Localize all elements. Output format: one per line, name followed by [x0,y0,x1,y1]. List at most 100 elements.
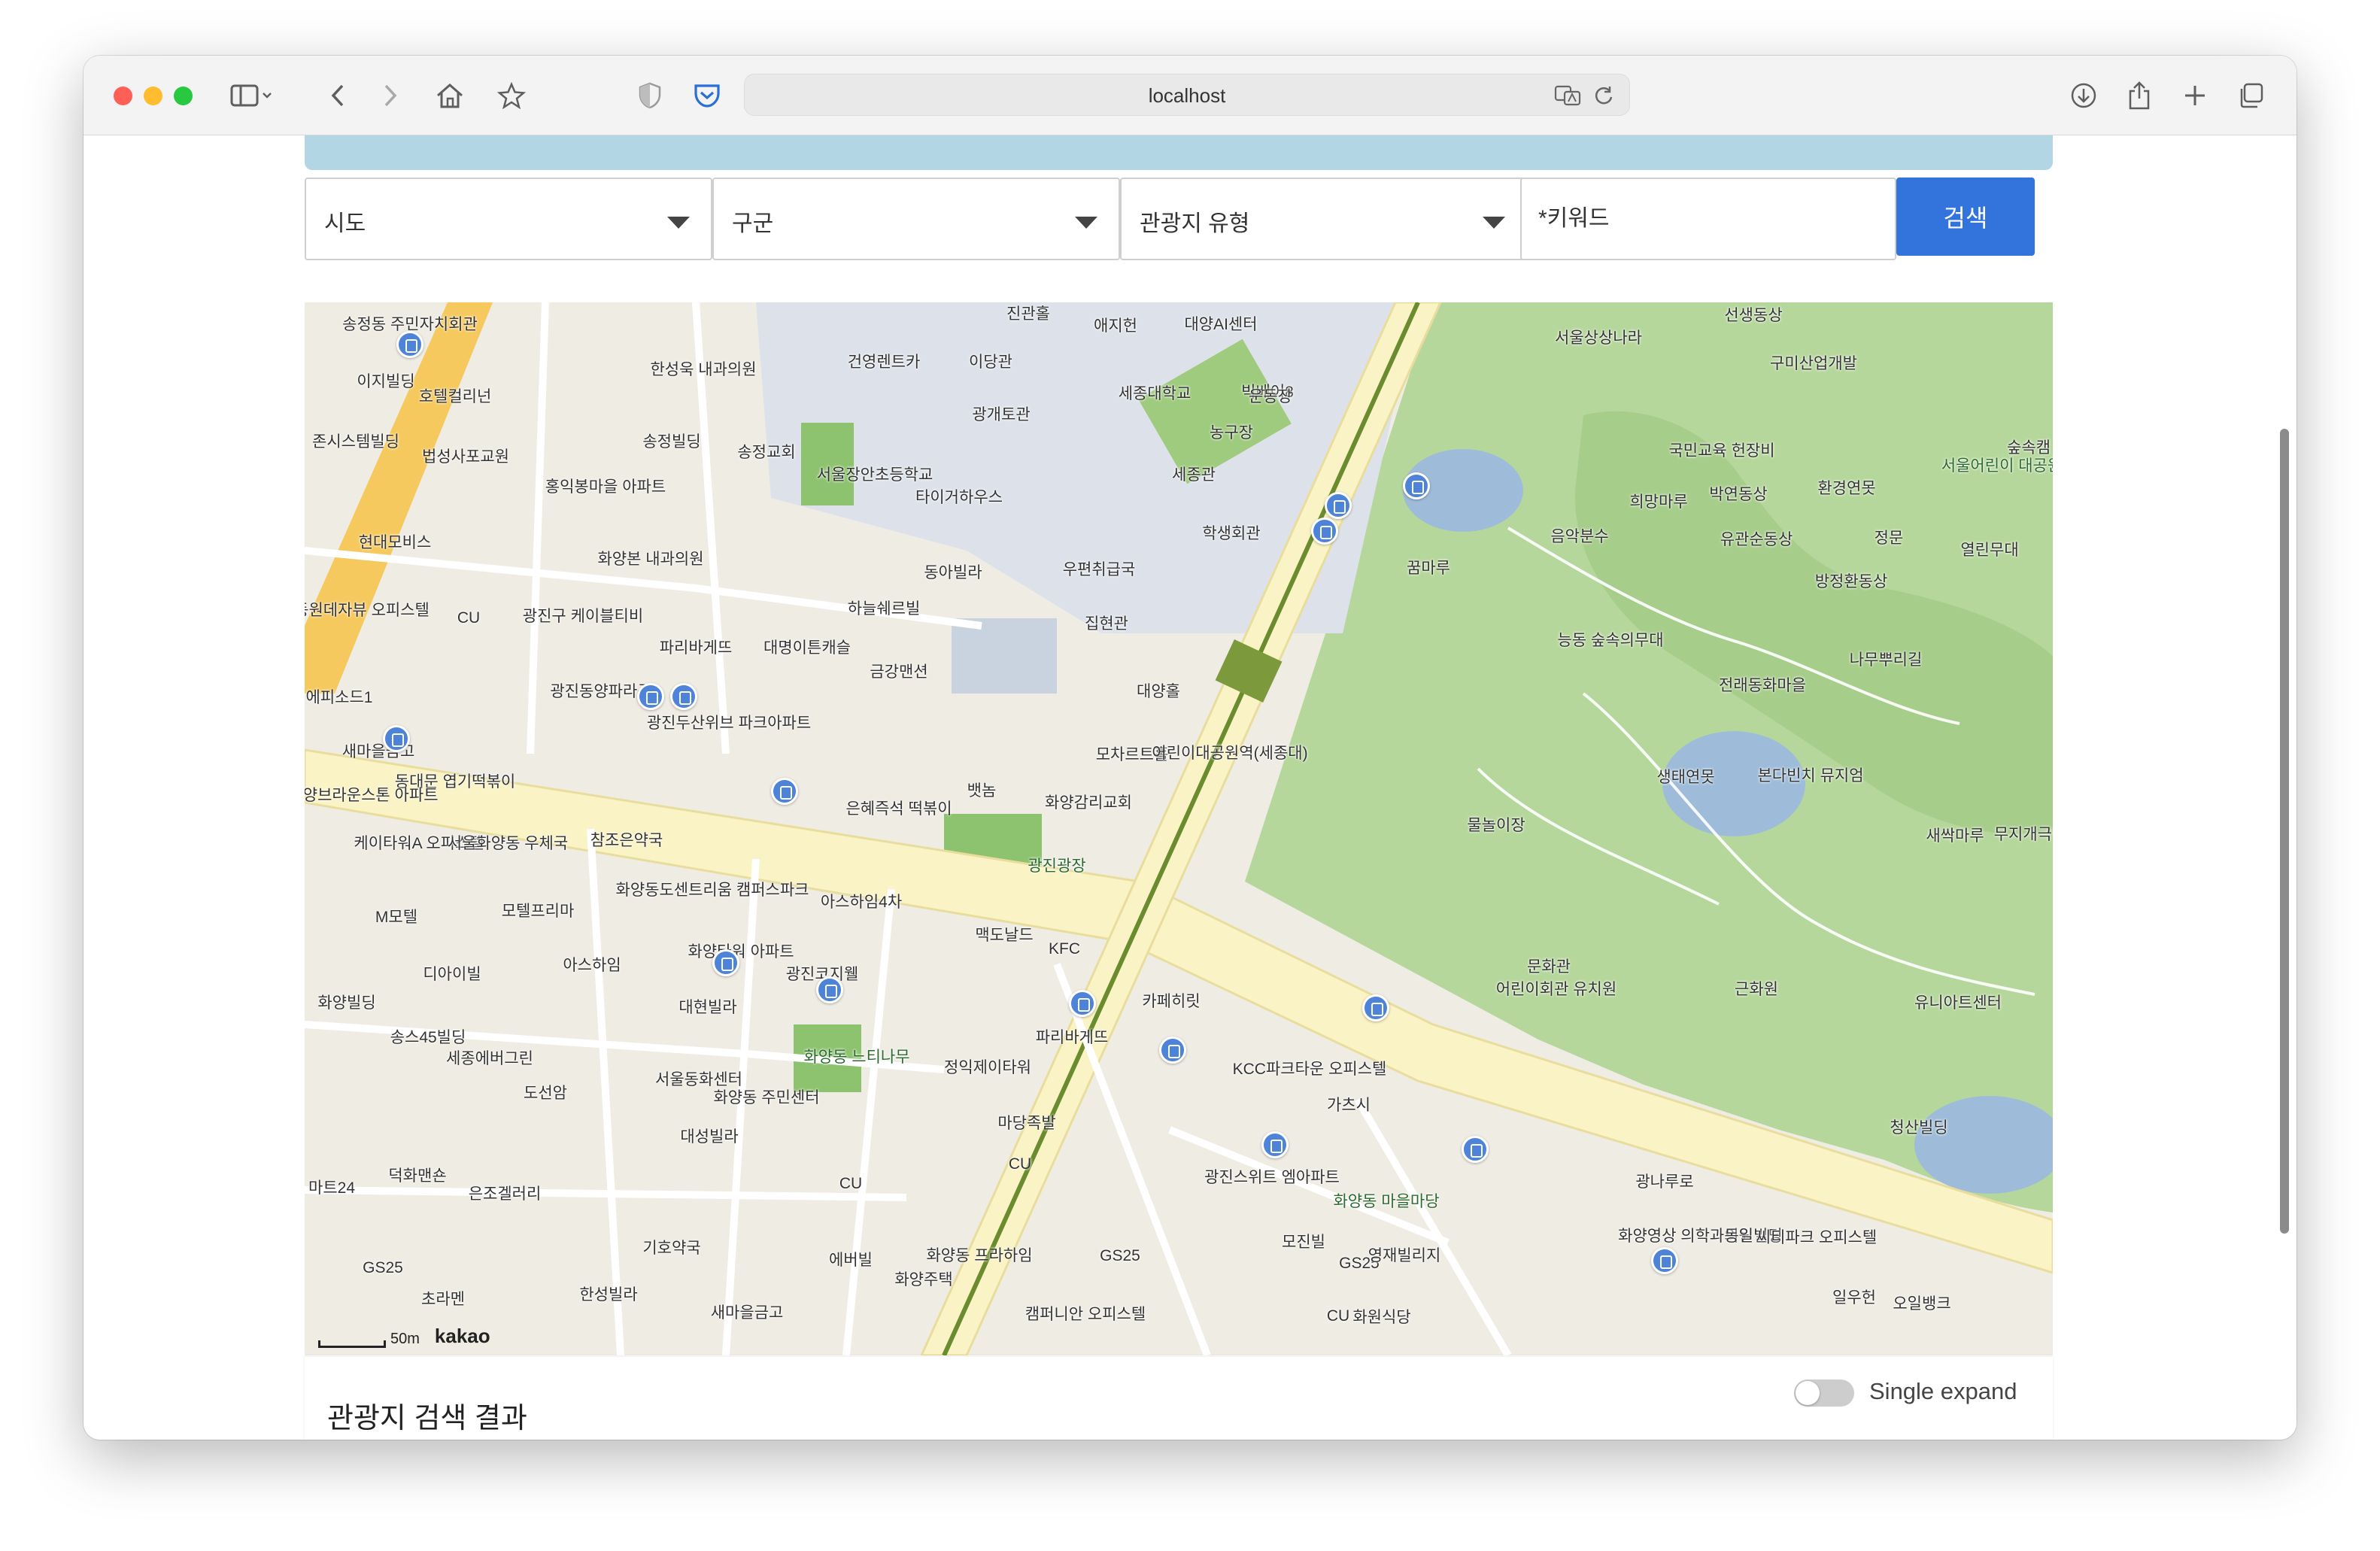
map-place-label[interactable]: 숲속캠 [2007,436,2051,458]
map-place-label[interactable]: 씨티파크 오피스텔 [1756,1225,1877,1248]
map-place-label[interactable]: 마당족발 [997,1111,1055,1134]
minimize-window-button[interactable] [144,87,162,105]
map-place-label[interactable]: 선생동상 [1724,303,1782,326]
map-place-label[interactable]: 화양타워 아파트 [688,939,794,962]
map-place-label[interactable]: 송정빌딩 [642,429,700,452]
map-place-label[interactable]: 광나루로 [1635,1170,1693,1192]
map-place-label[interactable]: 덕화맨숀 [388,1164,446,1186]
map-place-label[interactable]: 무지개극장 [1994,822,2053,845]
map-place-label[interactable]: 광개토관 [972,402,1030,425]
map-place-label[interactable]: 현대모비스 [359,530,432,553]
map-place-label[interactable]: 대양AI센터 [1184,312,1257,335]
map-place-label[interactable]: 화양동 주민센터 [713,1085,819,1108]
map-place-label[interactable]: CU [1327,1307,1349,1325]
map-place-label[interactable]: 희망마루 [1629,490,1687,512]
map-place-label[interactable]: 참조은약국 [590,828,663,851]
map-place-label[interactable]: 정익제이타워 [944,1055,1031,1078]
pocket-icon[interactable] [688,77,726,114]
map-place-label[interactable]: 유관순동상 [1720,527,1793,550]
map-place-label[interactable]: 전래동화마을 [1719,673,1806,696]
bus-stop-icon[interactable] [771,778,798,805]
map-place-label[interactable]: 화양동 프라하임 [926,1243,1032,1266]
map-place-label[interactable]: 화양동도센트리움 캠퍼스파크 [616,878,809,900]
map-place-label[interactable]: 서울상상나라 [1555,326,1642,348]
map-place-label[interactable]: 도선암 [524,1081,567,1103]
map-place-label[interactable]: 호텔컬리넌 [419,384,492,407]
map-place-label[interactable]: 화양동 마을마당 [1333,1189,1439,1212]
map-place-label[interactable]: 대성빌라 [680,1125,738,1147]
map-place-label[interactable]: 아스하임4차 [821,890,902,912]
map-place-label[interactable]: 새마을금고 [711,1301,784,1323]
bus-stop-icon[interactable] [1069,990,1096,1017]
map-place-label[interactable]: 모진빌 [1282,1230,1325,1252]
map-place-label[interactable]: GS25 [363,1259,403,1277]
search-button[interactable]: 검색 [1896,178,2035,256]
map-place-label[interactable]: 은조겔러리 [469,1182,542,1204]
map-place-label[interactable]: 광진스위트 엠아파트 [1204,1165,1340,1188]
bus-stop-icon[interactable] [670,683,697,710]
map-place-label[interactable]: 서울화양동 우체국 [448,831,568,854]
gugun-select[interactable]: 구군 [712,178,1120,260]
map-place-label[interactable]: 캠퍼니안 오피스텔 [1025,1302,1146,1325]
map-place-label[interactable]: 은혜즉석 떡볶이 [845,797,952,819]
map-place-label[interactable]: 농구장 [1210,420,1253,443]
map-place-label[interactable]: 마트24 [308,1176,355,1198]
map-place-label[interactable]: 하늘쉐르빌 [848,596,921,619]
downloads-icon[interactable] [2065,77,2102,114]
map-place-label[interactable]: CU [839,1175,862,1193]
new-tab-icon[interactable] [2176,77,2214,114]
home-icon[interactable] [431,77,469,114]
map-place-label[interactable]: CU [457,609,480,627]
map-place-label[interactable]: 대양홀 [1137,679,1180,702]
map-place-label[interactable]: 타이거하우스 [915,485,1003,508]
map-place-label[interactable]: 국민교육 헌장비 [1668,439,1774,461]
map-place-label[interactable]: 우편취급국 [1063,557,1136,580]
map-place-label[interactable]: 맥도날드 [975,923,1033,945]
map-place-label[interactable]: 초라멘 [421,1287,465,1310]
reload-icon[interactable] [1593,85,1614,110]
map-place-label[interactable]: 근화원 [1735,977,1778,1000]
map-place-label[interactable]: 나무뿌리길 [1850,648,1923,670]
privacy-shield-icon[interactable] [631,77,669,114]
tab-overview-icon[interactable] [2232,77,2269,114]
map-place-label[interactable]: M모텔 [375,905,417,927]
map-place-label[interactable]: 에버빌 [829,1248,873,1270]
map-place-label[interactable]: 동원데자뷰 오피스텔 [305,598,430,621]
map-place-label[interactable]: KFC [1049,940,1080,958]
page-scrollbar[interactable] [2280,429,2289,1234]
map-place-label[interactable]: 진관홀 [1006,302,1050,324]
map-place-label[interactable]: 어린이회관 유치원 [1496,977,1617,1000]
map-place-label[interactable]: 동아빌라 [924,560,982,583]
map-place-label[interactable]: 음악분수 [1550,524,1608,547]
map-place-label[interactable]: 운동장 [1249,384,1292,407]
map-place-label[interactable]: 존시스템빌딩 [312,429,399,452]
map-place-label[interactable]: 새싹마루 [1926,824,1984,846]
map-place-label[interactable]: 방정환동상 [1815,569,1888,592]
map-place-label[interactable]: 영재빌리지 [1368,1243,1441,1266]
map-place-label[interactable]: 홍익봉마을 아파트 [545,475,666,497]
bus-stop-icon[interactable] [1261,1131,1289,1158]
map-place-label[interactable]: 열린무대 [1960,538,2018,560]
map-place-label[interactable]: 세종대학교 [1119,381,1192,404]
map-place-label[interactable]: 송스45빌딩 [390,1025,466,1048]
address-bar[interactable]: localhost [744,74,1630,116]
bus-stop-icon[interactable] [1159,1037,1186,1064]
map-place-label[interactable]: 에피소드1 [306,685,373,708]
map-place-label[interactable]: GS25 [1100,1247,1140,1265]
map-place-label[interactable]: 광진구 케이블티비 [523,604,643,627]
map-place-label[interactable]: 화원식당 [1352,1305,1410,1328]
sido-select[interactable]: 시도 [305,178,712,260]
bus-stop-icon[interactable] [396,331,423,358]
map-place-label[interactable]: 광진광장 [1028,854,1085,876]
bus-stop-icon[interactable] [712,949,739,976]
map-place-label[interactable]: 화양동 느티나무 [803,1045,909,1067]
map-place-label[interactable]: 유니아트센터 [1914,991,2002,1013]
map-place-label[interactable]: 학생회관 [1202,521,1260,544]
map-place-label[interactable]: 오일뱅크 [1893,1291,1950,1314]
bus-stop-icon[interactable] [1403,472,1430,499]
bus-stop-icon[interactable] [1311,518,1338,545]
sidebar-toggle-icon[interactable] [225,77,278,114]
close-window-button[interactable] [114,87,132,105]
map-place-label[interactable]: 대명이튼캐슬 [763,636,851,658]
map-place-label[interactable]: 구미산업개발 [1770,351,1857,374]
